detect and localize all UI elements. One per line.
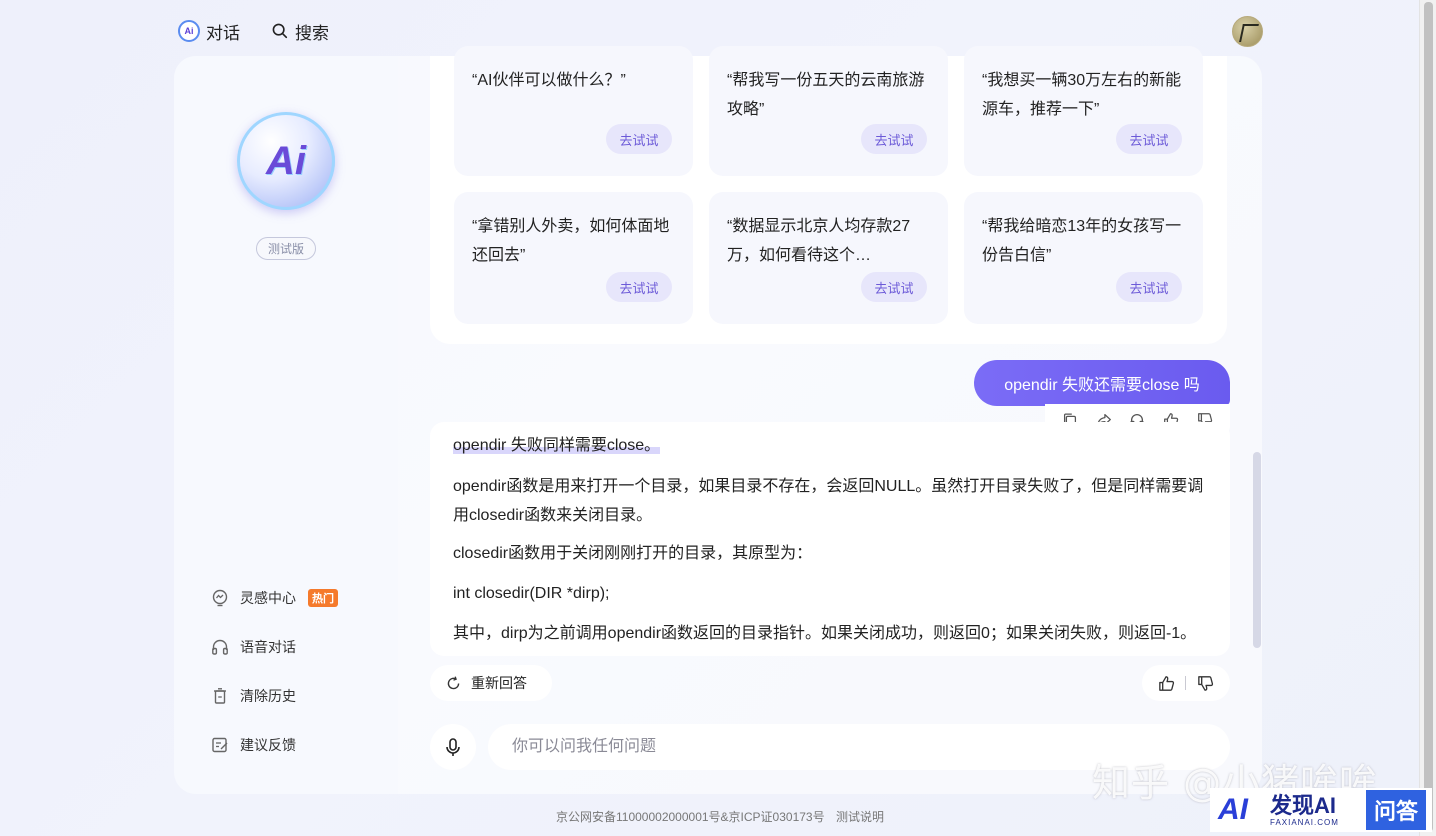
suggestion-card[interactable]: “帮我写一份五天的云南旅游攻略” 去试试 <box>709 46 948 176</box>
user-avatar[interactable] <box>1232 16 1263 47</box>
test-notice-link[interactable]: 测试说明 <box>836 810 884 824</box>
suggestion-text: “拿错别人外卖，如何体面地还回去” <box>472 218 670 264</box>
sidebar-item-voice-chat[interactable]: 语音对话 <box>210 635 296 659</box>
answer-paragraph: opendir函数是用来打开一个目录，如果目录不存在，会返回NULL。虽然打开目… <box>453 478 1204 524</box>
answer-highlight: opendir 失败同样需要close。 <box>453 437 661 454</box>
assistant-logo: Ai <box>237 112 335 210</box>
regenerate-button[interactable]: 重新回答 <box>430 665 552 701</box>
nav-chat-tab[interactable]: Ai 对话 <box>178 19 240 43</box>
ai-logo-icon: Ai <box>178 20 200 42</box>
suggestion-panel: “AI伙伴可以做什么？” 去试试 “帮我写一份五天的云南旅游攻略” 去试试 “我… <box>430 46 1227 344</box>
assistant-answer: opendir 失败同样需要close。 opendir函数是用来打开一个目录，… <box>430 422 1230 656</box>
answer-scrollbar[interactable] <box>1253 452 1261 648</box>
assistant-logo-text: Ai <box>266 138 306 183</box>
suggestion-card[interactable]: “帮我给暗恋13年的女孩写一份告白信” 去试试 <box>964 192 1203 324</box>
try-it-button[interactable]: 去试试 <box>606 272 672 302</box>
suggestion-card[interactable]: “拿错别人外卖，如何体面地还回去” 去试试 <box>454 192 693 324</box>
suggestion-card[interactable]: “我想买一辆30万左右的新能源车，推荐一下” 去试试 <box>964 46 1203 176</box>
faxian-brand: 发现AI FAXIANAI.COM <box>1270 792 1362 827</box>
top-bar: Ai 对话 搜索 <box>0 0 1419 60</box>
lightbulb-icon <box>212 589 228 607</box>
sidebar-item-label: 灵感中心 <box>240 590 296 606</box>
answer-feedback <box>1142 665 1230 701</box>
sidebar-item-label: 清除历史 <box>240 688 296 704</box>
license-text: 京公网安备11000002000001号&京ICP证030173号 <box>556 810 825 824</box>
answer-paragraph: closedir函数用于关闭刚刚打开的目录，其原型为： <box>453 545 813 562</box>
headphones-icon <box>212 639 228 655</box>
page-scrollbar-thumb[interactable] <box>1424 2 1433 832</box>
try-it-button[interactable]: 去试试 <box>861 124 927 154</box>
faxian-name: 发现AI <box>1270 792 1337 818</box>
voice-input-button[interactable] <box>430 724 476 770</box>
faxian-domain: FAXIANAI.COM <box>1270 817 1339 827</box>
answer-paragraph: int closedir(DIR *dirp); <box>453 585 610 602</box>
try-it-button[interactable]: 去试试 <box>1116 272 1182 302</box>
try-it-button[interactable]: 去试试 <box>1116 124 1182 154</box>
suggestion-text: “数据显示北京人均存款27万，如何看待这个… <box>727 218 911 264</box>
refresh-icon <box>447 675 460 689</box>
microphone-icon <box>446 738 460 756</box>
faxian-logo: AI <box>1218 793 1248 826</box>
suggestion-text: “帮我给暗恋13年的女孩写一份告白信” <box>982 218 1182 264</box>
sidebar-item-feedback[interactable]: 建议反馈 <box>210 733 296 757</box>
thumbs-down-icon[interactable] <box>1196 674 1215 693</box>
suggestion-text: “AI伙伴可以做什么？” <box>472 72 626 89</box>
hot-badge: 热门 <box>308 589 338 607</box>
suggestion-card[interactable]: “AI伙伴可以做什么？” 去试试 <box>454 46 693 176</box>
nav-chat-label: 对话 <box>206 23 240 43</box>
try-it-button[interactable]: 去试试 <box>861 272 927 302</box>
suggestion-card[interactable]: “数据显示北京人均存款27万，如何看待这个… 去试试 <box>709 192 948 324</box>
try-it-button[interactable]: 去试试 <box>606 124 672 154</box>
nav-search-tab[interactable]: 搜索 <box>271 19 329 43</box>
beta-badge: 测试版 <box>256 237 316 260</box>
footer: 京公网安备11000002000001号&京ICP证030173号 测试说明 <box>556 808 892 825</box>
user-message-bubble: opendir 失败还需要close 吗 <box>974 360 1230 406</box>
suggestion-text: “帮我写一份五天的云南旅游攻略” <box>727 72 925 118</box>
thumbs-up-icon[interactable] <box>1157 674 1176 693</box>
faxian-tag: 问答 <box>1366 790 1427 830</box>
divider <box>1185 676 1187 690</box>
trash-icon <box>214 688 226 704</box>
regenerate-label: 重新回答 <box>471 675 527 691</box>
sidebar-item-clear-history[interactable]: 清除历史 <box>210 684 296 708</box>
answer-paragraph: 其中，dirp为之前调用opendir函数返回的目录指针。如果关闭成功，则返回0… <box>453 625 1197 642</box>
search-icon <box>272 23 288 39</box>
faxian-watermark: AI 发现AI FAXIANAI.COM 问答 <box>1210 788 1432 832</box>
answer-paragraph: opendir 失败同样需要close。 <box>453 431 1215 460</box>
nav-search-label: 搜索 <box>295 23 329 43</box>
suggestion-text: “我想买一辆30万左右的新能源车，推荐一下” <box>982 72 1182 118</box>
feedback-icon <box>212 737 228 753</box>
sidebar-item-inspiration[interactable]: 灵感中心 热门 <box>210 586 338 610</box>
sidebar-item-label: 建议反馈 <box>240 737 296 753</box>
sidebar-item-label: 语音对话 <box>240 639 296 655</box>
page-scrollbar[interactable] <box>1419 0 1436 836</box>
